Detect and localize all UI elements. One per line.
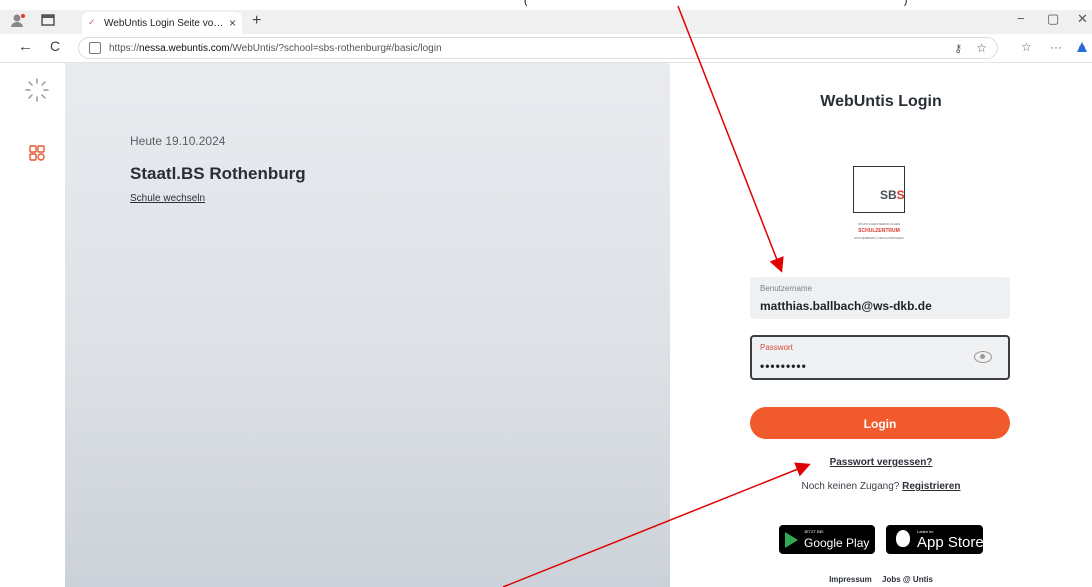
dashboard-grid-icon[interactable] — [29, 145, 45, 161]
password-value[interactable]: ••••••••• — [760, 359, 807, 373]
password-field[interactable]: Passwort ••••••••• — [750, 335, 1010, 380]
today-date: Heute 19.10.2024 — [130, 134, 226, 148]
favorites-list-icon[interactable]: ☆ — [1021, 40, 1032, 54]
google-play-badge[interactable]: JETZT BEI Google Play — [779, 525, 875, 554]
back-button[interactable]: ← — [18, 38, 33, 55]
webuntis-favicon-icon: ✓ — [88, 17, 96, 27]
jobs-link[interactable]: Jobs @ Untis — [882, 575, 933, 584]
school-logo-text: SBS — [880, 188, 905, 202]
change-school-link[interactable]: Schule wechseln — [130, 193, 205, 204]
show-password-eye-icon[interactable] — [974, 351, 992, 363]
username-value[interactable]: matthias.ballbach@ws-dkb.de — [760, 299, 932, 313]
minimize-button[interactable]: − — [1017, 11, 1025, 26]
username-label: Benutzername — [760, 284, 813, 293]
new-tab-button[interactable]: + — [252, 12, 261, 30]
more-menu-button[interactable]: ··· — [1050, 40, 1062, 54]
apple-icon — [896, 530, 910, 547]
no-access-text: Noch keinen Zugang? Registrieren — [801, 481, 961, 492]
app-store-badge[interactable]: Laden im App Store — [886, 525, 984, 554]
tab-title: WebUntis Login Seite von Staatl.B — [104, 17, 225, 29]
app-sidebar — [0, 63, 65, 587]
login-panel — [670, 63, 1092, 587]
register-link[interactable]: Registrieren — [902, 481, 960, 492]
impressum-link[interactable]: Impressum — [829, 575, 872, 584]
forgot-password-link[interactable]: Passwort vergessen? — [670, 457, 1092, 468]
school-name: Staatl.BS Rothenburg — [130, 164, 306, 183]
site-info-icon[interactable] — [89, 42, 101, 54]
profile-icon[interactable] — [10, 13, 26, 27]
reload-button[interactable]: C — [50, 38, 60, 54]
annotation-paren-left: ( — [524, 0, 528, 7]
tab-close-icon[interactable]: × — [229, 16, 236, 30]
logo-tagline-top: STAATLICHES BERUFLICHES — [858, 222, 900, 226]
url-text: https://nessa.webuntis.com/WebUntis/?sch… — [109, 42, 442, 54]
login-title: WebUntis Login — [820, 93, 942, 110]
logo-tagline-bottom: ROTHENBURG | FEUCHTWANGEN — [854, 236, 904, 240]
tab-webuntis-login[interactable]: ✓ WebUntis Login Seite von Staatl.B × — [82, 12, 242, 34]
google-play-icon — [785, 532, 798, 548]
login-button[interactable]: Login — [750, 407, 1010, 439]
footer-links: Impressum Jobs @ Untis — [670, 575, 1092, 584]
address-bar[interactable]: https://nessa.webuntis.com/WebUntis/?sch… — [78, 37, 998, 59]
key-icon[interactable]: ⚷ — [954, 42, 962, 55]
annotation-paren-right: ) — [904, 0, 908, 7]
close-window-button[interactable]: ✕ — [1077, 11, 1088, 27]
top-annotation-strip — [0, 0, 1092, 10]
tab-actions-icon[interactable] — [40, 13, 56, 27]
favorite-star-icon[interactable]: ☆ — [976, 41, 987, 55]
loading-spinner-icon — [25, 78, 49, 102]
copilot-icon[interactable] — [1074, 40, 1090, 54]
restore-button[interactable]: ▢ — [1047, 11, 1059, 27]
password-label: Passwort — [760, 343, 793, 352]
username-field[interactable]: Benutzername matthias.ballbach@ws-dkb.de — [750, 277, 1010, 319]
logo-tagline-main: SCHULZENTRUM — [858, 228, 900, 234]
